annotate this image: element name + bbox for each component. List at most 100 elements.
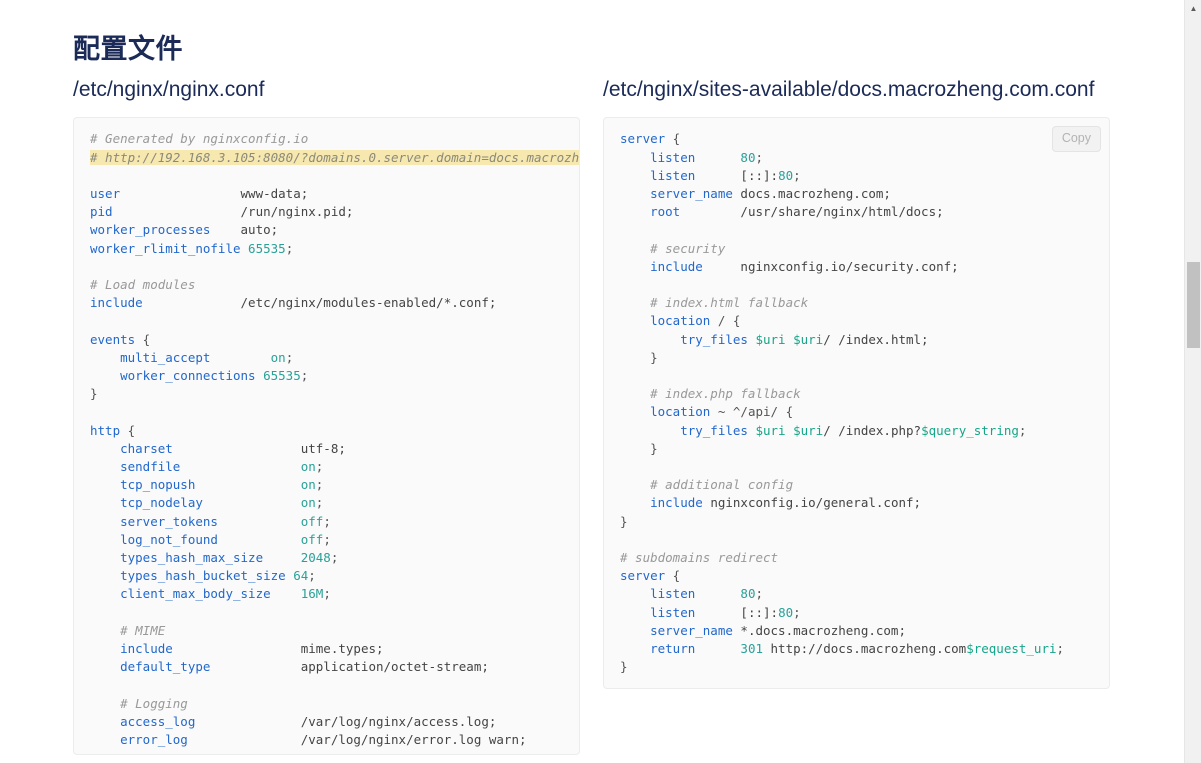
code-token: # Load modules [90, 277, 195, 292]
code-token: utf-8; [173, 441, 346, 456]
code-token: /etc/nginx/modules-enabled/*.conf; [143, 295, 497, 310]
code-token: /var/log/nginx/error.log warn; [188, 732, 527, 747]
code-token: include [90, 641, 173, 656]
page-title: 配置文件 [73, 33, 183, 67]
code-token: application/octet-stream; [210, 659, 488, 674]
code-token: } [620, 350, 658, 365]
page-root: 配置文件 /etc/nginx/nginx.conf # Generated b… [0, 0, 1201, 763]
code-token: ; [323, 532, 331, 547]
code-token: types_hash_bucket_size [90, 568, 286, 583]
config-column-right: /etc/nginx/sites-available/docs.macrozhe… [603, 76, 1110, 689]
code-token [241, 241, 249, 256]
code-token: multi_accept [90, 350, 210, 365]
code-token [695, 150, 740, 165]
code-token: include [620, 495, 703, 510]
code-token: on [271, 350, 286, 365]
code-token: ; [286, 241, 294, 256]
code-token: [::]: [695, 605, 778, 620]
code-token: ; [286, 350, 294, 365]
code-token: # subdomains redirect [620, 550, 778, 565]
code-token: ; [316, 459, 324, 474]
code-token: 80 [740, 586, 755, 601]
code-token: { [120, 423, 135, 438]
code-token: # security [620, 241, 725, 256]
code-token: charset [90, 441, 173, 456]
code-token: ; [308, 568, 316, 583]
code-token: include [620, 259, 703, 274]
code-token: $uri [755, 423, 785, 438]
document-content: 配置文件 /etc/nginx/nginx.conf # Generated b… [0, 0, 1173, 763]
code-token: *.docs.macrozheng.com; [733, 623, 906, 638]
code-token: ; [1019, 423, 1027, 438]
code-token: ; [755, 150, 763, 165]
code-scroll-nginx-conf[interactable]: # Generated by nginxconfig.io # http://1… [74, 118, 579, 754]
code-token: 65535 [263, 368, 301, 383]
code-token: error_log [90, 732, 188, 747]
code-token: $request_uri [966, 641, 1056, 656]
code-token: server [620, 131, 665, 146]
config-column-left: /etc/nginx/nginx.conf # Generated by ngi… [73, 76, 580, 755]
code-token [218, 532, 301, 547]
code-token: docs.macrozheng.com; [733, 186, 891, 201]
code-token: pid [90, 204, 113, 219]
code-token: tcp_nodelay [90, 495, 203, 510]
code-token: worker_rlimit_nofile [90, 241, 241, 256]
code-token: $query_string [921, 423, 1019, 438]
code-token: www-data; [120, 186, 308, 201]
code-token: /usr/share/nginx/html/docs; [680, 204, 943, 219]
code-token: ; [793, 168, 801, 183]
copy-button[interactable]: Copy [1052, 126, 1101, 151]
page-scrollbar[interactable]: ▲ [1184, 0, 1201, 763]
code-token: 80 [778, 168, 793, 183]
code-token: http [90, 423, 120, 438]
code-token: 80 [740, 150, 755, 165]
code-token: ; [793, 605, 801, 620]
code-token: # Logging [90, 696, 188, 711]
code-token: 301 [740, 641, 763, 656]
code-token: return [620, 641, 695, 656]
code-token [263, 550, 301, 565]
file-heading-site-conf: /etc/nginx/sites-available/docs.macrozhe… [603, 76, 1110, 103]
code-token: # index.html fallback [620, 295, 808, 310]
code-scroll-site-conf[interactable]: server { listen 80; listen [::]:80; serv… [604, 118, 1109, 688]
code-token: } [90, 386, 98, 401]
code-token: # additional config [620, 477, 793, 492]
code-token: ; [301, 368, 309, 383]
code-token: try_files [620, 332, 748, 347]
code-token: } [620, 514, 628, 529]
code-token: server_name [620, 623, 733, 638]
scroll-up-arrow-icon[interactable]: ▲ [1185, 0, 1201, 17]
code-token: 2048 [301, 550, 331, 565]
code-token: include [90, 295, 143, 310]
code-token: listen [620, 168, 695, 183]
code-token: mime.types; [173, 641, 384, 656]
code-token: on [301, 477, 316, 492]
code-token: nginxconfig.io/security.conf; [703, 259, 959, 274]
code-token: root [620, 204, 680, 219]
code-token [695, 641, 740, 656]
scrollbar-thumb[interactable] [1187, 262, 1200, 348]
code-token: location [620, 404, 710, 419]
code-token: } [620, 659, 628, 674]
code-token: / /index.html; [823, 332, 928, 347]
code-token: access_log [90, 714, 195, 729]
code-token: user [90, 186, 120, 201]
code-token [786, 332, 794, 347]
code-token: sendfile [90, 459, 180, 474]
code-token: $uri [793, 332, 823, 347]
code-token: nginxconfig.io/general.conf; [703, 495, 921, 510]
code-token: $uri [793, 423, 823, 438]
code-token [695, 586, 740, 601]
code-token: $uri [755, 332, 785, 347]
code-token: ; [755, 586, 763, 601]
code-token [195, 477, 300, 492]
code-token: /var/log/nginx/access.log; [195, 714, 496, 729]
code-token: auto; [210, 222, 278, 237]
code-token: server_name [620, 186, 733, 201]
code-token: ; [323, 514, 331, 529]
code-token: 80 [778, 605, 793, 620]
code-token: server [620, 568, 665, 583]
code-token: listen [620, 150, 695, 165]
code-token: ; [316, 477, 324, 492]
code-token: log_not_found [90, 532, 218, 547]
